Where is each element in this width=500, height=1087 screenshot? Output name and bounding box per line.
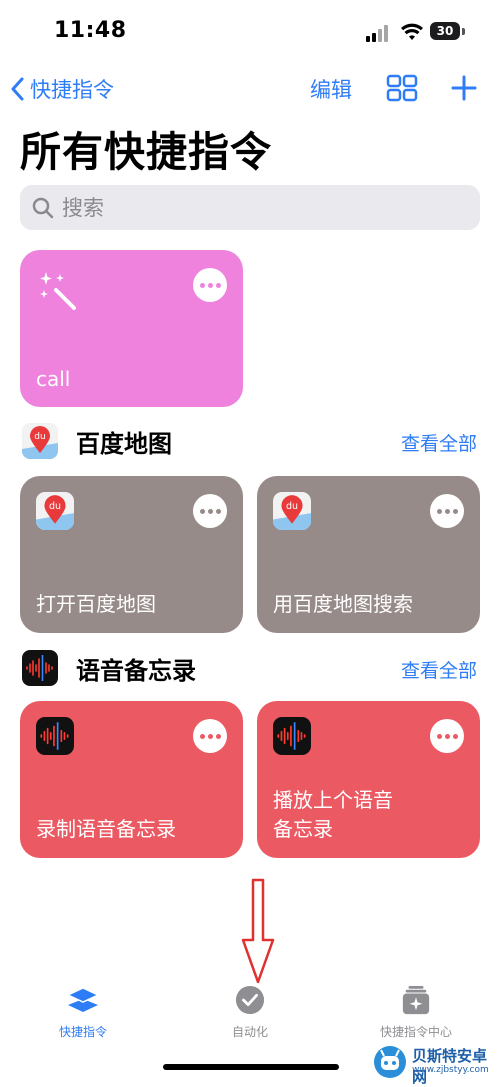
tab-label: 快捷指令 <box>58 1025 107 1039</box>
tab-shortcuts[interactable]: 快捷指令 <box>18 985 148 1040</box>
home-indicator[interactable] <box>163 1064 339 1070</box>
more-button[interactable] <box>430 719 464 753</box>
shortcut-card-record-voice-memo[interactable]: 录制语音备忘录 <box>20 701 243 858</box>
tab-automation[interactable]: 自动化 <box>185 985 315 1040</box>
baidu-map-icon: du <box>273 492 311 530</box>
voice-memo-icon <box>273 717 311 755</box>
layers-icon <box>66 987 100 1012</box>
more-button[interactable] <box>430 494 464 528</box>
tab-label: 快捷指令中心 <box>379 1025 452 1039</box>
back-label: 快捷指令 <box>30 78 114 102</box>
battery-cap <box>462 28 465 35</box>
watermark-url: www.zjbstyy.com <box>412 1065 489 1075</box>
status-time: 11:48 <box>54 18 127 43</box>
annotation-down-arrow-icon <box>241 878 275 984</box>
page-title: 所有快捷指令 <box>20 128 272 176</box>
shortcut-title-line-1: 播放上个语音 <box>273 788 393 812</box>
more-button[interactable] <box>193 268 227 302</box>
svg-text:du: du <box>286 501 298 512</box>
clock-check-icon <box>235 985 265 1015</box>
view-all-voice-memos[interactable]: 查看全部 <box>401 656 477 683</box>
edit-button[interactable]: 编辑 <box>310 74 352 104</box>
wifi-icon <box>401 23 423 40</box>
add-shortcut-icon[interactable] <box>450 72 478 104</box>
baidu-map-icon: du <box>22 423 58 459</box>
shortcut-card-call[interactable]: call <box>20 250 243 407</box>
svg-text:du: du <box>34 432 45 442</box>
shortcut-card-play-last-voice-memo[interactable]: 播放上个语音 备忘录 <box>257 701 480 858</box>
watermark: 贝斯特安卓网 www.zjbstyy.com <box>372 1044 500 1086</box>
battery-icon: 30 <box>430 22 460 40</box>
search-icon <box>32 197 54 218</box>
shortcut-card-search-baidu-map[interactable]: du 用百度地图搜索 <box>257 476 480 633</box>
robot-logo-icon <box>374 1046 406 1078</box>
shortcut-title-line-2: 备忘录 <box>273 817 333 841</box>
shortcut-title: 录制语音备忘录 <box>36 817 176 841</box>
tab-label: 自动化 <box>231 1025 268 1039</box>
shortcut-card-open-baidu-map[interactable]: du 打开百度地图 <box>20 476 243 633</box>
search-input[interactable] <box>60 194 444 221</box>
section-title-baidu-map: 百度地图 <box>76 430 172 458</box>
magic-wand-icon <box>40 272 76 310</box>
shortcut-title: 打开百度地图 <box>36 592 156 616</box>
view-all-baidu-map[interactable]: 查看全部 <box>401 429 477 456</box>
tab-gallery[interactable]: 快捷指令中心 <box>351 985 481 1040</box>
voice-memo-icon <box>22 650 58 686</box>
svg-text:du: du <box>49 501 61 512</box>
shortcut-title: 用百度地图搜索 <box>273 592 413 616</box>
back-button[interactable]: 快捷指令 <box>10 72 114 106</box>
section-title-voice-memos: 语音备忘录 <box>76 657 196 685</box>
cellular-signal-icon <box>366 24 392 42</box>
search-bar[interactable] <box>20 185 480 230</box>
grid-view-icon[interactable] <box>386 74 418 102</box>
gallery-icon <box>402 985 430 1015</box>
voice-memo-icon <box>36 717 74 755</box>
shortcut-title: call <box>36 367 71 391</box>
more-button[interactable] <box>193 719 227 753</box>
baidu-map-icon: du <box>36 492 74 530</box>
chevron-left-icon <box>11 77 24 101</box>
more-button[interactable] <box>193 494 227 528</box>
